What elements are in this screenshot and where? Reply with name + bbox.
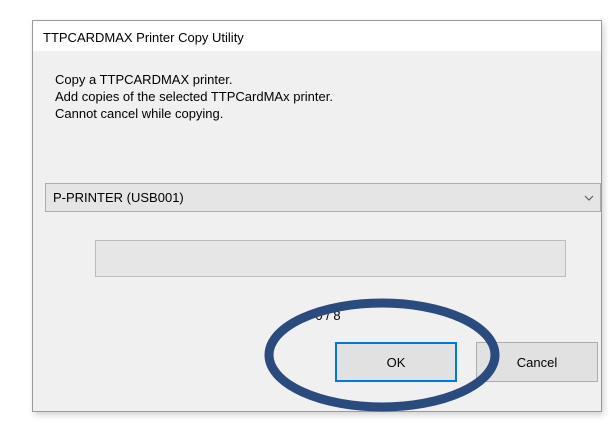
message-line: Add copies of the selected TTPCardMAx pr…	[55, 89, 333, 104]
cancel-button[interactable]: Cancel	[476, 342, 598, 382]
copy-progress-bar	[95, 240, 566, 277]
printer-select-value: P-PRINTER (USB001)	[53, 190, 184, 205]
title-bar[interactable]: TTPCARDMAX Printer Copy Utility	[33, 21, 601, 51]
printer-select[interactable]: P-PRINTER (USB001)	[45, 183, 601, 212]
ok-button[interactable]: OK	[335, 342, 457, 382]
screenshot-stage: TTPCARDMAX Printer Copy Utility Copy a T…	[0, 0, 610, 425]
printer-copy-dialog: TTPCARDMAX Printer Copy Utility Copy a T…	[32, 20, 602, 412]
dialog-title: TTPCARDMAX Printer Copy Utility	[43, 30, 244, 45]
message-line: Cannot cancel while copying.	[55, 106, 224, 121]
message-line: Copy a TTPCARDMAX printer.	[55, 72, 233, 87]
chevron-down-icon	[584, 195, 594, 201]
copy-counter: 0 / 8	[315, 308, 341, 323]
instruction-message: Copy a TTPCARDMAX printer. Add copies of…	[55, 71, 333, 122]
